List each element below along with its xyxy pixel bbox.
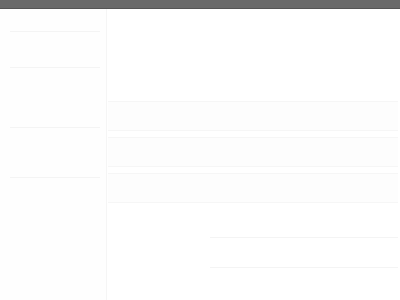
window-content [0,9,400,300]
sidebar-panel [0,9,106,300]
content-divider [210,237,398,238]
list-row[interactable] [108,137,398,167]
app-window [0,0,400,300]
sidebar-divider [10,177,100,178]
sidebar-divider [10,31,100,32]
column-divider [106,9,107,300]
window-titlebar[interactable] [0,0,400,9]
list-row[interactable] [108,173,398,203]
content-divider [210,267,398,268]
sidebar-divider [10,67,100,68]
list-row[interactable] [108,101,398,131]
sidebar-divider [10,127,100,128]
